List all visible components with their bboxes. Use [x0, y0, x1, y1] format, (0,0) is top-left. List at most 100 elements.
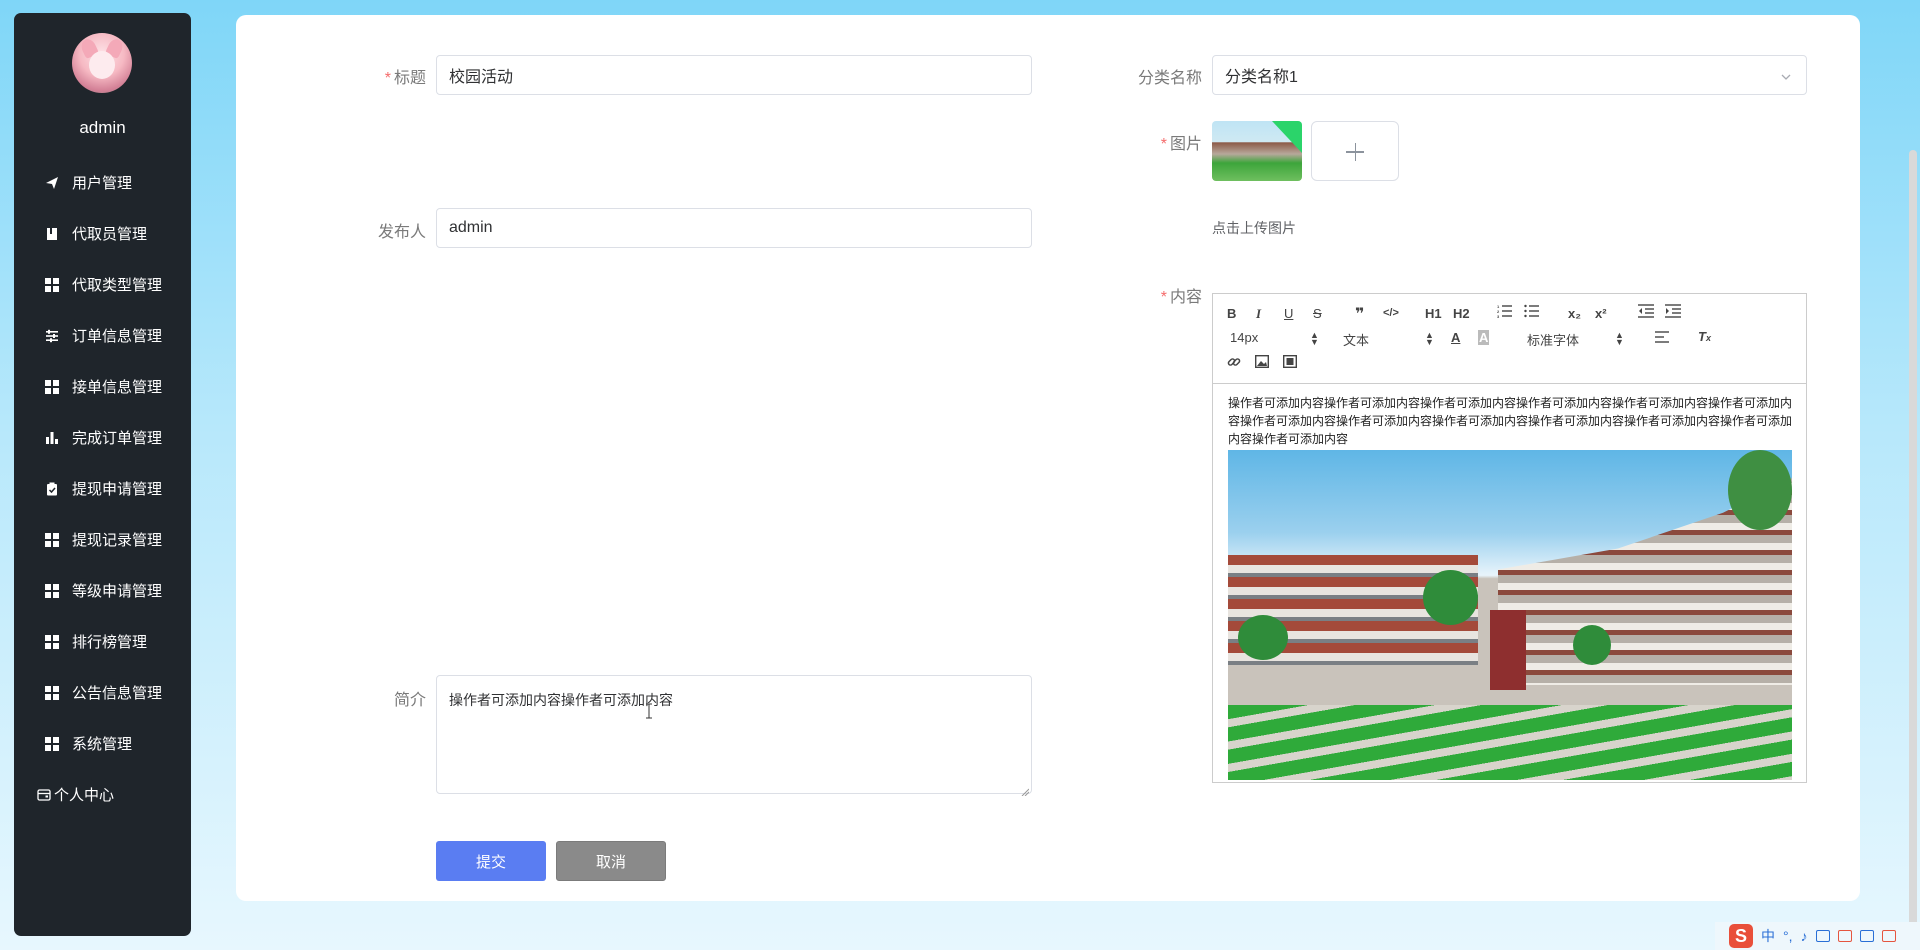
font-family-select[interactable]: 标准字体 ▲ ▼ — [1527, 330, 1627, 349]
publisher-input[interactable]: admin — [436, 208, 1032, 248]
sidebar-item-withdraw-records[interactable]: 提现记录管理 — [14, 514, 191, 565]
cancel-button[interactable]: 取消 — [556, 841, 666, 881]
subscript-button[interactable]: x₂ — [1568, 306, 1581, 321]
sidebar-item-users[interactable]: 用户管理 — [14, 157, 191, 208]
updown-icon: ▲ ▼ — [1310, 330, 1319, 347]
ime-punctuation-toggle[interactable]: °, — [1783, 928, 1793, 944]
svg-text:3: 3 — [1497, 314, 1500, 318]
grid-icon — [45, 379, 59, 394]
strike-button[interactable]: S — [1313, 306, 1322, 321]
sidebar-item-label: 等级申请管理 — [72, 583, 163, 600]
submit-button[interactable]: 提交 — [436, 841, 546, 881]
resize-grip-icon[interactable] — [1021, 783, 1030, 797]
sidebar-item-level-requests[interactable]: 等级申请管理 — [14, 565, 191, 616]
background-color-icon[interactable]: A — [1478, 330, 1490, 345]
clipboard-icon — [45, 482, 59, 496]
microphone-icon[interactable]: ♪ — [1801, 928, 1808, 944]
grid-icon — [45, 532, 59, 547]
sidebar-item-personal-center[interactable]: 个人中心 — [14, 769, 191, 820]
bullet-list-icon[interactable] — [1524, 304, 1540, 321]
toolbox-icon[interactable] — [1859, 930, 1874, 942]
sidebar-item-label: 提现申请管理 — [72, 481, 163, 498]
indent-icon[interactable] — [1665, 304, 1681, 321]
grid-icon — [45, 736, 59, 751]
sidebar-item-label: 用户管理 — [72, 175, 133, 192]
font-color-icon[interactable]: A — [1451, 330, 1460, 345]
sidebar-item-pickup-types[interactable]: 代取类型管理 — [14, 259, 191, 310]
page-scrollbar[interactable] — [1909, 150, 1917, 940]
title-input[interactable]: 校园活动 — [436, 55, 1032, 95]
italic-button[interactable]: I — [1256, 306, 1261, 322]
summary-textarea[interactable]: 操作者可添加内容操作者可添加内容 — [436, 675, 1032, 797]
font-size-select[interactable]: 14px ▲ ▼ — [1230, 330, 1320, 347]
sidebar-item-label: 代取类型管理 — [72, 277, 163, 294]
summary-label: 简介 — [393, 692, 426, 709]
sidebar-item-withdraw-requests[interactable]: 提现申请管理 — [14, 463, 191, 514]
sidebar-item-label: 排行榜管理 — [72, 634, 148, 651]
clear-format-icon[interactable]: Tx — [1698, 329, 1711, 344]
avatar[interactable] — [72, 33, 132, 93]
sidebar-item-label: 完成订单管理 — [72, 430, 163, 447]
keyboard-icon[interactable] — [1815, 930, 1830, 942]
image-upload-button[interactable] — [1311, 121, 1399, 181]
book-icon — [45, 227, 59, 241]
ime-logo-icon[interactable]: S — [1729, 924, 1753, 948]
updown-icon: ▲ ▼ — [1425, 330, 1434, 347]
skin-icon[interactable] — [1837, 930, 1852, 942]
editor-content-text: 操作者可添加内容操作者可添加内容操作者可添加内容操作者可添加内容操作者可添加内容… — [1228, 396, 1793, 446]
header-select[interactable]: 文本 ▲ ▼ — [1343, 330, 1434, 349]
wallet-icon — [37, 788, 51, 802]
sidebar-item-label: 订单信息管理 — [72, 328, 163, 345]
editor-toolbar: B I U S ❞ </> H1 H2 123 x₂ x² 14px ▲ ▼ 文本… — [1213, 294, 1806, 384]
header-value: 文本 — [1343, 333, 1370, 348]
sidebar-item-completed[interactable]: 完成订单管理 — [14, 412, 191, 463]
category-select[interactable]: 分类名称1 — [1212, 55, 1807, 95]
editor-content-image — [1228, 450, 1792, 780]
sliders-icon — [45, 329, 59, 343]
link-icon[interactable] — [1227, 355, 1241, 372]
required-mark: * — [384, 70, 391, 87]
sidebar-item-system[interactable]: 系统管理 — [14, 718, 191, 769]
code-block-button[interactable]: </> — [1383, 307, 1399, 319]
publisher-label: 发布人 — [377, 224, 426, 241]
superscript-button[interactable]: x² — [1595, 306, 1607, 321]
align-icon[interactable] — [1655, 331, 1669, 346]
sidebar-item-orders[interactable]: 订单信息管理 — [14, 310, 191, 361]
title-label: * 标题 — [384, 70, 426, 87]
blockquote-button[interactable]: ❞ — [1355, 304, 1364, 324]
underline-button[interactable]: U — [1284, 306, 1293, 321]
ordered-list-icon[interactable]: 123 — [1497, 304, 1513, 321]
bar-chart-icon — [45, 431, 59, 445]
sidebar-item-label: 提现记录管理 — [72, 532, 163, 549]
required-mark: * — [1160, 289, 1167, 306]
grid-icon — [45, 685, 59, 700]
uploaded-image-thumbnail[interactable] — [1212, 121, 1302, 181]
user-name: admin — [79, 118, 126, 137]
grid-icon — [45, 277, 59, 292]
updown-icon: ▲ ▼ — [1615, 330, 1624, 347]
category-select-value: 分类名称1 — [1225, 69, 1298, 86]
sidebar-item-label: 公告信息管理 — [72, 685, 163, 702]
sidebar-item-leaderboard[interactable]: 排行榜管理 — [14, 616, 191, 667]
grid-icon — [45, 583, 59, 598]
summary-textarea-value: 操作者可添加内容操作者可添加内容 — [449, 692, 673, 708]
outdent-icon[interactable] — [1638, 304, 1654, 321]
video-icon[interactable] — [1282, 354, 1298, 371]
sidebar-item-accepted[interactable]: 接单信息管理 — [14, 361, 191, 412]
send-icon — [45, 176, 59, 190]
h1-button[interactable]: H1 — [1425, 306, 1442, 321]
sidebar: admin 用户管理 代取员管理 代取类型管理 订单信息管理 接单信息管理 完成… — [14, 13, 191, 936]
sidebar-item-label: 系统管理 — [72, 736, 133, 753]
h2-button[interactable]: H2 — [1453, 306, 1470, 321]
image-icon[interactable] — [1254, 354, 1270, 371]
rich-text-editor[interactable]: B I U S ❞ </> H1 H2 123 x₂ x² 14px ▲ ▼ 文本… — [1212, 293, 1807, 783]
sidebar-item-couriers[interactable]: 代取员管理 — [14, 208, 191, 259]
menu-icon[interactable] — [1881, 930, 1896, 942]
bold-button[interactable]: B — [1227, 306, 1236, 321]
upload-hint: 点击上传图片 — [1212, 220, 1296, 236]
image-label: * 图片 — [1160, 136, 1202, 153]
ime-language-toggle[interactable]: 中 — [1761, 926, 1775, 946]
font-size-value: 14px — [1230, 330, 1259, 345]
sidebar-item-announcements[interactable]: 公告信息管理 — [14, 667, 191, 718]
category-label: 分类名称 — [1137, 70, 1202, 87]
